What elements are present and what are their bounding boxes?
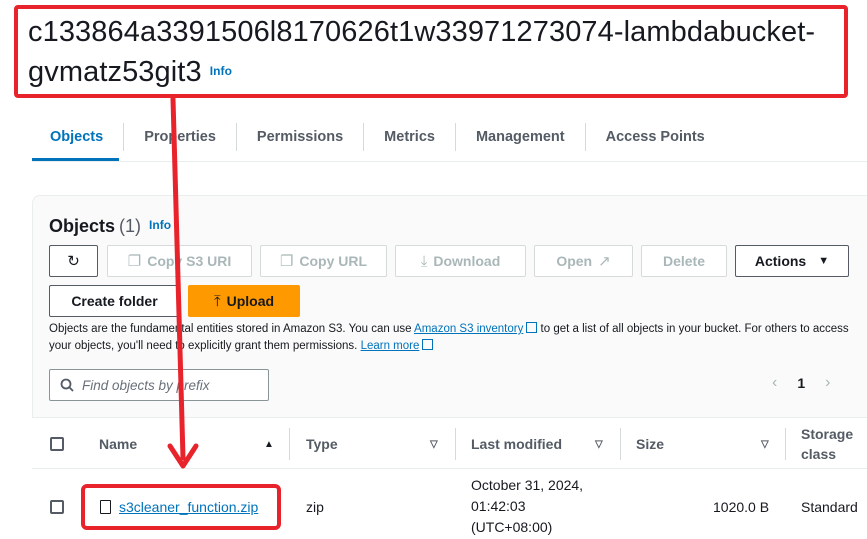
search-icon bbox=[60, 378, 74, 392]
upload-icon: ⤒ bbox=[213, 292, 221, 310]
external-link-icon bbox=[422, 339, 434, 350]
sort-icon[interactable]: ▽ bbox=[430, 418, 438, 470]
refresh-icon: ↻ bbox=[67, 253, 80, 270]
refresh-button[interactable]: ↻ bbox=[49, 245, 98, 277]
caret-down-icon: ▼ bbox=[818, 255, 830, 267]
download-button[interactable]: ⤓ Download bbox=[395, 245, 526, 277]
external-link-icon: ↗ bbox=[598, 253, 611, 270]
search-box bbox=[49, 369, 269, 401]
pagination: ‹ 1 › bbox=[772, 374, 830, 392]
copy-icon: ❐ bbox=[127, 253, 142, 270]
row-checkbox[interactable] bbox=[50, 500, 64, 514]
column-separator bbox=[455, 428, 456, 460]
copy-icon: ❐ bbox=[279, 253, 294, 270]
row-last-modified: October 31, 2024, 01:42:03 (UTC+08:00) bbox=[471, 475, 583, 538]
tab-access-points[interactable]: Access Points bbox=[584, 123, 725, 151]
tab-permissions[interactable]: Permissions bbox=[235, 123, 363, 151]
download-label: Download bbox=[433, 253, 501, 269]
objects-count: (1) bbox=[119, 216, 142, 236]
column-separator bbox=[620, 428, 621, 460]
row-last-modified-time: 01:42:03 bbox=[471, 498, 526, 514]
column-type[interactable]: Type bbox=[306, 418, 338, 470]
row-last-modified-tz: (UTC+08:00) bbox=[471, 519, 553, 535]
sort-icon[interactable]: ▽ bbox=[761, 418, 769, 470]
objects-panel-title: Objects (1) Info bbox=[49, 216, 171, 237]
column-name-label: Name bbox=[99, 436, 138, 452]
row-storage-class: Standard bbox=[801, 499, 858, 515]
s3-inventory-link[interactable]: Amazon S3 inventory bbox=[414, 323, 523, 335]
current-page[interactable]: 1 bbox=[797, 375, 805, 391]
column-size[interactable]: Size bbox=[636, 418, 664, 470]
download-icon: ⤓ bbox=[420, 252, 428, 270]
bucket-title-highlight bbox=[14, 5, 848, 98]
sort-icon[interactable]: ▽ bbox=[595, 418, 603, 470]
column-size-label: Size bbox=[636, 436, 665, 452]
prev-page-icon[interactable]: ‹ bbox=[772, 374, 777, 392]
copy-s3-uri-button[interactable]: ❐ Copy S3 URI bbox=[107, 245, 252, 277]
actions-label: Actions bbox=[754, 253, 807, 269]
objects-title: Objects bbox=[49, 216, 116, 236]
row-last-modified-date: October 31, 2024, bbox=[471, 477, 584, 493]
learn-more-link[interactable]: Learn more bbox=[361, 340, 420, 352]
column-storage-class-label-1: Storage bbox=[801, 426, 854, 442]
column-storage-class[interactable]: Storage class bbox=[801, 418, 853, 470]
row-type: zip bbox=[306, 499, 324, 515]
tabs-divider bbox=[32, 161, 867, 162]
delete-label: Delete bbox=[662, 253, 706, 269]
tab-objects[interactable]: Objects bbox=[32, 123, 123, 151]
upload-button[interactable]: ⤒ Upload bbox=[188, 285, 300, 317]
external-link-icon bbox=[526, 322, 538, 333]
create-folder-label: Create folder bbox=[71, 293, 158, 309]
column-separator bbox=[289, 428, 290, 460]
upload-label: Upload bbox=[226, 293, 275, 309]
copy-s3-uri-label: Copy S3 URI bbox=[147, 253, 232, 269]
copy-url-button[interactable]: ❐ Copy URL bbox=[260, 245, 387, 277]
next-page-icon[interactable]: › bbox=[825, 374, 830, 392]
column-separator bbox=[785, 428, 786, 460]
delete-button[interactable]: Delete bbox=[641, 245, 727, 277]
create-folder-button[interactable]: Create folder bbox=[49, 285, 180, 317]
objects-description: Objects are the fundamental entities sto… bbox=[49, 321, 867, 355]
tab-management[interactable]: Management bbox=[454, 123, 585, 151]
row-size: 1020.0 B bbox=[713, 499, 770, 515]
copy-url-label: Copy URL bbox=[299, 253, 368, 269]
column-name[interactable]: Name bbox=[99, 418, 137, 470]
bucket-tabs: Objects Properties Permissions Metrics M… bbox=[32, 112, 725, 162]
open-label: Open bbox=[556, 253, 593, 269]
tab-properties[interactable]: Properties bbox=[123, 123, 236, 151]
column-last-modified-label: Last modified bbox=[471, 436, 563, 452]
tab-metrics[interactable]: Metrics bbox=[363, 123, 455, 151]
column-type-label: Type bbox=[306, 436, 338, 452]
column-last-modified[interactable]: Last modified bbox=[471, 418, 562, 470]
object-link-highlight bbox=[81, 484, 281, 530]
table-header: Name ▲ Type ▽ Last modified ▽ Size ▽ Sto… bbox=[32, 417, 867, 469]
column-storage-class-label-2: class bbox=[801, 446, 837, 462]
description-text-1: Objects are the fundamental entities sto… bbox=[49, 323, 415, 335]
sort-ascending-icon[interactable]: ▲ bbox=[264, 418, 274, 470]
select-all-checkbox[interactable] bbox=[50, 437, 64, 451]
search-input[interactable] bbox=[82, 377, 252, 393]
objects-info-link[interactable]: Info bbox=[149, 218, 171, 232]
open-button[interactable]: Open ↗ bbox=[534, 245, 633, 277]
actions-button[interactable]: Actions ▼ bbox=[735, 245, 849, 277]
